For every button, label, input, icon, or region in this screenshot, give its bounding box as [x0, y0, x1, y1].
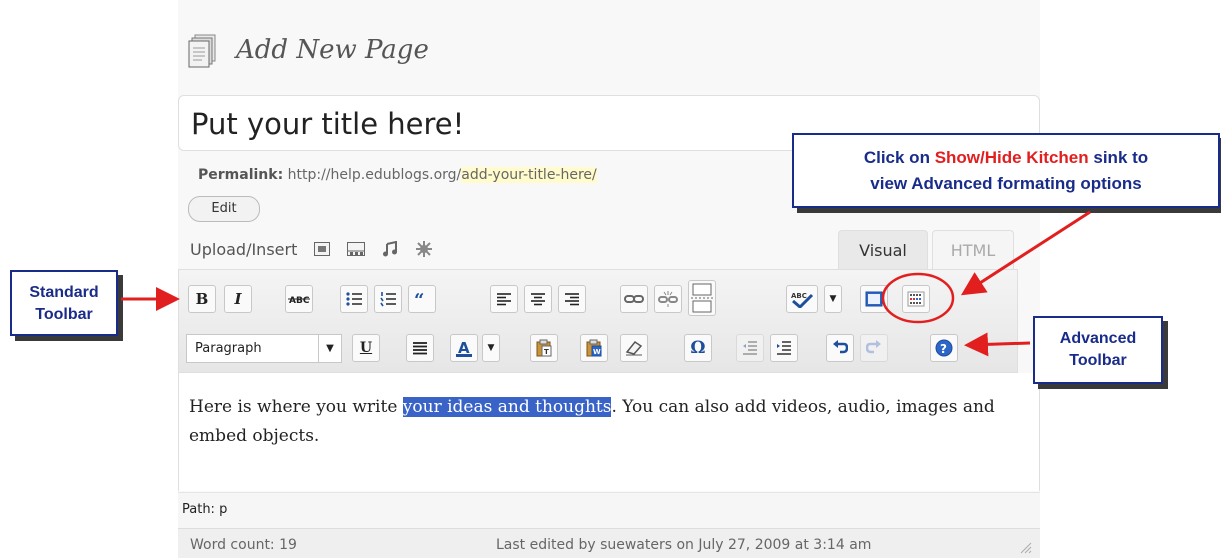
kitchen-callout-line1: Click on Show/Hide Kitchen sink to	[794, 145, 1218, 171]
upload-insert-row: Upload/Insert	[190, 235, 447, 263]
bold-button[interactable]: B	[188, 285, 216, 313]
permalink-slug[interactable]: add-your-title-here/	[461, 167, 597, 183]
align-center-icon	[531, 293, 545, 306]
pages-icon	[188, 34, 216, 68]
fullscreen-button[interactable]	[860, 285, 888, 313]
last-edited: Last edited by suewaters on July 27, 200…	[496, 537, 872, 553]
svg-text:W: W	[593, 348, 601, 356]
blockquote-button[interactable]: “	[408, 285, 436, 313]
kitchen-callout-text-a: Click on	[863, 148, 935, 167]
justify-icon	[413, 342, 427, 355]
chevron-down-icon[interactable]: ▼	[318, 335, 341, 362]
kitchen-sink-icon	[907, 291, 925, 307]
paragraph-format-select[interactable]: Paragraph ▼	[186, 334, 342, 363]
align-center-button[interactable]	[524, 285, 552, 313]
align-right-icon	[565, 293, 579, 306]
svg-text:ABC: ABC	[289, 296, 310, 305]
selected-text: your ideas and thoughts	[402, 397, 612, 417]
page-heading: Add New Page	[186, 28, 429, 72]
editor-text[interactable]: Here is where you write your ideas and t…	[189, 393, 1019, 451]
spellcheck-button[interactable]: ABC	[786, 285, 818, 313]
word-count: Word count: 19	[190, 537, 297, 553]
paste-text-button[interactable]: T	[530, 334, 558, 362]
outdent-button[interactable]	[736, 334, 764, 362]
strikethrough-icon: ABC	[288, 296, 310, 305]
edit-permalink-button[interactable]: Edit	[188, 196, 260, 222]
remove-format-button[interactable]	[620, 334, 648, 362]
bullet-list-icon	[346, 292, 362, 306]
editor-content[interactable]: Here is where you write your ideas and t…	[178, 373, 1040, 491]
kitchen-callout-highlight: Show/Hide Kitchen	[934, 148, 1089, 167]
help-icon: ?	[935, 339, 953, 357]
help-button[interactable]: ?	[930, 334, 958, 362]
advanced-callout-line2: Toolbar	[1069, 352, 1127, 369]
tab-visual[interactable]: Visual	[838, 230, 928, 270]
standard-callout-line2: Toolbar	[35, 306, 93, 323]
paste-text-icon: T	[536, 339, 552, 357]
kitchen-sink-button[interactable]	[902, 285, 930, 313]
add-media-icon[interactable]	[413, 238, 435, 260]
undo-button[interactable]	[826, 334, 854, 362]
align-left-button[interactable]	[490, 285, 518, 313]
svg-text:?: ?	[940, 342, 947, 356]
svg-text:T: T	[544, 348, 549, 356]
advanced-toolbar-callout: Advanced Toolbar	[1033, 316, 1163, 384]
redo-icon	[866, 340, 881, 354]
standard-toolbar-callout: Standard Toolbar	[10, 270, 118, 336]
path-bar: Path: p	[178, 492, 1040, 528]
strikethrough-button[interactable]: ABC	[285, 285, 313, 313]
indent-icon	[777, 341, 791, 355]
insert-more-icon	[691, 283, 713, 313]
special-character-button[interactable]: Ω	[684, 334, 712, 362]
format-select-value: Paragraph	[195, 341, 262, 356]
eraser-icon	[625, 340, 643, 356]
add-video-icon[interactable]	[345, 238, 367, 260]
text-color-dropdown[interactable]: ▼	[482, 334, 500, 362]
align-left-icon	[497, 293, 511, 306]
kitchen-sink-callout: Click on Show/Hide Kitchen sink to view …	[792, 133, 1220, 208]
blockquote-icon: “	[414, 292, 424, 306]
italic-button[interactable]: I	[224, 285, 252, 313]
link-icon	[624, 295, 644, 303]
underline-button[interactable]: U	[352, 334, 380, 362]
spellcheck-language-dropdown[interactable]: ▼	[824, 285, 842, 313]
permalink-row: Permalink: http://help.edublogs.org/add-…	[198, 167, 597, 183]
text-before: Here is where you write	[189, 397, 403, 417]
text-color-icon: A	[456, 339, 472, 357]
unlink-button[interactable]	[654, 285, 682, 313]
svg-text:ABC: ABC	[791, 292, 807, 300]
outdent-icon	[743, 341, 757, 355]
kitchen-callout-line2: view Advanced formating options	[870, 174, 1142, 193]
undo-icon	[833, 340, 848, 354]
resize-grip-icon[interactable]	[1018, 540, 1032, 554]
add-image-icon[interactable]	[311, 238, 333, 260]
redo-button[interactable]	[860, 334, 888, 362]
indent-button[interactable]	[770, 334, 798, 362]
status-bar: Word count: 19 Last edited by suewaters …	[178, 528, 1040, 558]
tab-html[interactable]: HTML	[932, 230, 1014, 270]
paste-from-word-button[interactable]: W	[580, 334, 608, 362]
kitchen-callout-text-c: sink to	[1088, 148, 1149, 167]
justify-button[interactable]	[406, 334, 434, 362]
insert-link-button[interactable]	[620, 285, 648, 313]
fullscreen-icon	[865, 291, 883, 307]
spellcheck-icon: ABC	[791, 292, 814, 308]
permalink-url[interactable]: http://help.edublogs.org/	[288, 167, 462, 183]
permalink-label: Permalink:	[198, 167, 284, 183]
standard-callout-line1: Standard	[29, 284, 99, 301]
unlink-icon	[658, 291, 678, 307]
svg-text:“: “	[414, 292, 424, 306]
paste-word-icon: W	[586, 339, 602, 357]
advanced-callout-line1: Advanced	[1059, 330, 1137, 347]
align-right-button[interactable]	[558, 285, 586, 313]
bullet-list-button[interactable]	[340, 285, 368, 313]
add-audio-icon[interactable]	[379, 238, 401, 260]
insert-more-button[interactable]	[688, 280, 716, 316]
upload-insert-label: Upload/Insert	[190, 239, 298, 259]
numbered-list-button[interactable]	[374, 285, 402, 313]
numbered-list-icon	[380, 292, 396, 307]
page-title: Add New Page	[236, 35, 429, 65]
text-color-button[interactable]: A	[450, 334, 478, 362]
